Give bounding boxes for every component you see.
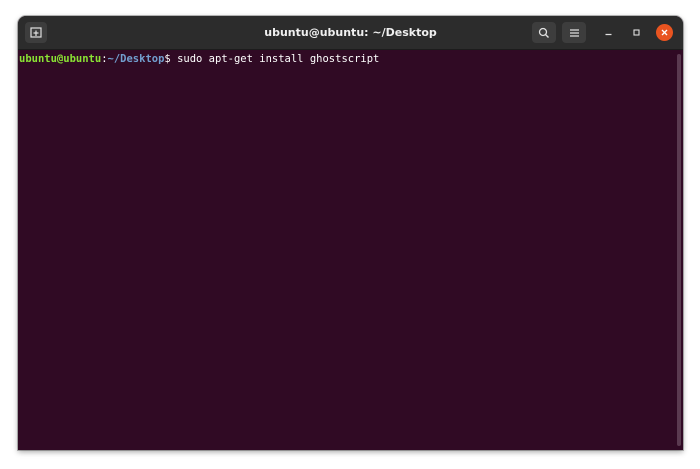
- close-button[interactable]: [656, 24, 673, 41]
- menu-button[interactable]: [562, 22, 586, 43]
- close-icon: [661, 29, 668, 36]
- minimize-button[interactable]: [600, 24, 617, 41]
- maximize-icon: [633, 29, 640, 36]
- new-tab-button[interactable]: [25, 22, 47, 43]
- prompt-user: ubuntu@ubuntu: [19, 53, 102, 65]
- terminal-output[interactable]: ubuntu@ubuntu:~/Desktop$ sudo apt-get in…: [18, 50, 676, 450]
- hamburger-menu-icon: [569, 28, 579, 37]
- new-tab-icon: [30, 27, 42, 38]
- terminal-scrollbar[interactable]: [677, 54, 681, 446]
- titlebar[interactable]: ubuntu@ubuntu: ~/Desktop: [18, 16, 683, 50]
- minimize-icon: [605, 33, 612, 36]
- prompt-path: ~/Desktop: [107, 53, 165, 65]
- search-button[interactable]: [532, 22, 556, 43]
- command-text: sudo apt-get install ghostscript: [177, 53, 380, 65]
- search-icon: [538, 27, 549, 38]
- prompt-symbol: $: [164, 53, 178, 65]
- terminal-window: ubuntu@ubuntu: ~/Desktop ubuntu@ubuntu:~…: [18, 16, 683, 450]
- maximize-button[interactable]: [628, 24, 645, 41]
